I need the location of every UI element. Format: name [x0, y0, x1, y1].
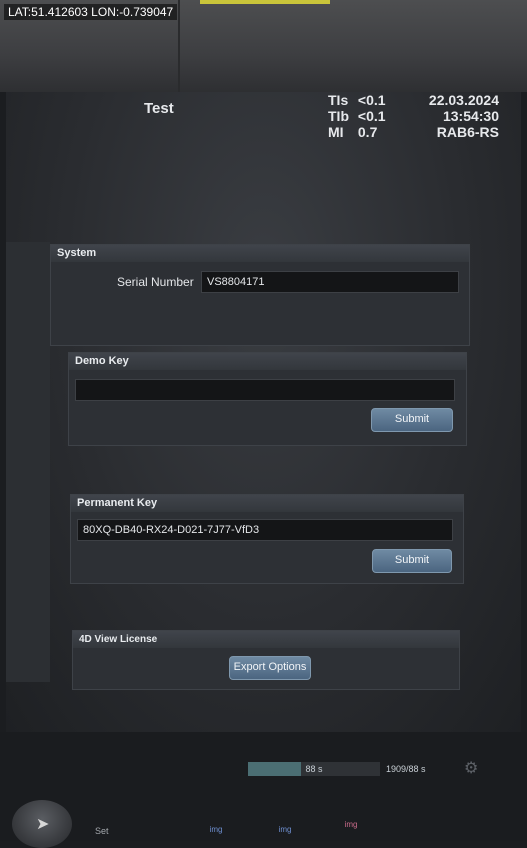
gear-icon[interactable]: ⚙: [464, 758, 478, 777]
tib-label: TIb: [328, 108, 349, 124]
demo-key-panel-title: Demo Key: [69, 353, 466, 370]
bezel-divider: [178, 0, 180, 92]
progress-bar: 88 s: [248, 762, 380, 776]
system-panel-title: System: [51, 245, 469, 262]
screen-header: Test TIs <0.1 TIb <0.1 MI 0.7 22.03.2024…: [6, 92, 521, 152]
probe-name: RAB6-RS: [436, 124, 499, 140]
ultrasound-screen: Test TIs <0.1 TIb <0.1 MI 0.7 22.03.2024…: [6, 92, 521, 732]
mi-label: MI: [328, 124, 344, 140]
permanent-key-panel-title: Permanent Key: [71, 495, 463, 512]
tis-value: <0.1: [357, 92, 386, 108]
permanent-key-submit-button[interactable]: Submit: [372, 549, 452, 573]
export-options-button[interactable]: Export Options: [229, 656, 311, 680]
img-key-1[interactable]: img: [205, 822, 227, 838]
img-key-2[interactable]: img: [274, 822, 296, 838]
serial-number-field[interactable]: VS8804171: [201, 271, 459, 293]
set-key-label[interactable]: Set: [95, 826, 109, 836]
tib-value: <0.1: [357, 108, 386, 124]
demo-key-panel: Demo Key Submit: [68, 352, 467, 446]
view-license-panel-title: 4D View License: [73, 631, 459, 648]
tis-label: TIs: [328, 92, 349, 108]
serial-number-label: Serial Number: [117, 275, 194, 289]
img-key-3[interactable]: img: [340, 817, 362, 833]
cursor-icon: ➤: [36, 814, 50, 833]
date: 22.03.2024: [428, 92, 499, 108]
frame-counter: 1909/88 s: [386, 764, 426, 774]
view-license-panel: 4D View License Export Options: [72, 630, 460, 690]
control-panel: [0, 732, 527, 841]
mi-value: 0.7: [357, 124, 378, 140]
yellow-strip: [200, 0, 330, 4]
demo-key-submit-button[interactable]: Submit: [371, 408, 453, 432]
geo-stamp: LAT:51.412603 LON:-0.739047: [4, 4, 178, 20]
permanent-key-input[interactable]: 80XQ-DB40-RX24-D021-7J77-VfD3: [77, 519, 453, 541]
progress-text: 88 s: [305, 764, 323, 774]
demo-key-input[interactable]: [75, 379, 455, 401]
thermal-indices: TIs <0.1 TIb <0.1 MI 0.7: [328, 92, 386, 140]
permanent-key-panel: Permanent Key 80XQ-DB40-RX24-D021-7J77-V…: [70, 494, 464, 584]
time: 13:54:30: [442, 108, 499, 124]
side-strip: [6, 242, 50, 682]
patient-name: Test: [144, 100, 174, 117]
system-panel: System Serial Number VS8804171: [50, 244, 470, 346]
datetime-block: 22.03.2024 13:54:30 RAB6-RS: [429, 92, 499, 140]
